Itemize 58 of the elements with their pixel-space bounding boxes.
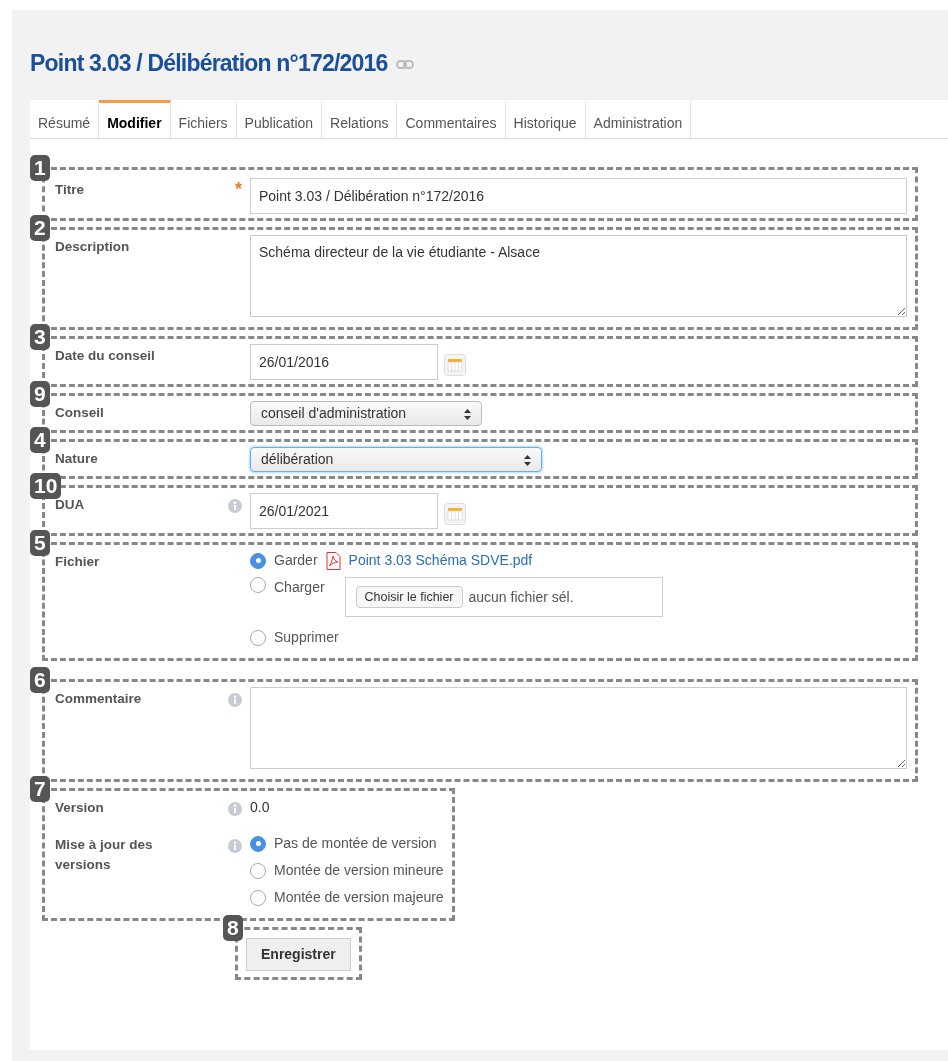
save-button[interactable]: Enregistrer	[246, 938, 351, 971]
updown-arrows-icon	[524, 454, 531, 466]
annotation-number: 9	[30, 381, 50, 407]
radio-label[interactable]: Garder	[274, 550, 318, 571]
text-input-field[interactable]: Point 3.03 / Délibération n°172/2016	[250, 178, 907, 214]
annotation-number: 6	[30, 667, 50, 693]
annotation-number: 8	[223, 915, 243, 941]
file-picker[interactable]: Choisir le fichier aucun fichier sél.	[344, 577, 663, 617]
radio-label[interactable]: Montée de version mineure	[274, 860, 444, 881]
annotation-number: 10	[30, 473, 62, 499]
date-field[interactable]: 26/01/2016	[250, 344, 438, 380]
radio-label[interactable]: Supprimer	[274, 627, 339, 648]
required-mark: *	[235, 179, 242, 199]
text-area-field[interactable]	[250, 687, 907, 769]
info-icon[interactable]	[228, 693, 242, 708]
annotation-number: 4	[30, 427, 50, 453]
field-label: Fichier	[55, 553, 100, 571]
field-label: Description	[55, 238, 130, 256]
calendar-icon[interactable]	[444, 503, 466, 525]
tab[interactable]: Modifier	[99, 100, 171, 138]
choose-file-button[interactable]: Choisir le fichier	[355, 585, 463, 609]
annotation-number: 1	[30, 155, 50, 181]
field-label: Conseil	[55, 404, 104, 422]
pdf-icon	[325, 551, 341, 570]
field-label: Titre	[55, 181, 84, 199]
annotation-number: 2	[30, 215, 50, 241]
field-label: Nature	[55, 450, 98, 468]
dropdown[interactable]: délibération	[250, 447, 542, 472]
radio-button[interactable]	[250, 862, 266, 879]
field-value: 0.0	[250, 799, 270, 815]
file-status-text: aucun fichier sél.	[468, 587, 574, 607]
annotation-number: 5	[30, 530, 50, 556]
radio-button[interactable]	[250, 835, 266, 852]
info-icon[interactable]	[228, 802, 242, 817]
field-label: Version	[55, 799, 104, 817]
page-title: Point 3.03 / Délibération n°172/2016	[30, 50, 388, 78]
field-label: DUA	[55, 496, 85, 514]
info-icon[interactable]	[228, 499, 242, 514]
link-icon[interactable]	[395, 59, 414, 69]
field-label: Mise à jour des versions	[55, 836, 154, 875]
radio-button[interactable]	[250, 889, 266, 906]
calendar-icon[interactable]	[444, 354, 466, 376]
field-label: Commentaire	[55, 690, 142, 708]
radio-label[interactable]: Montée de version majeure	[274, 887, 444, 908]
date-field[interactable]: 26/01/2021	[250, 493, 438, 529]
radio-button[interactable]	[250, 629, 266, 646]
text-area-field[interactable]: Schéma directeur de la vie étudiante - Alsace	[250, 235, 907, 317]
annotation-number: 3	[30, 324, 50, 350]
field-label: Date du conseil	[55, 347, 155, 365]
annotation-number: 7	[30, 776, 50, 802]
dropdown[interactable]: conseil d'administration	[250, 401, 482, 426]
radio-label[interactable]: Pas de montée de version	[274, 833, 437, 854]
updown-arrows-icon	[464, 408, 471, 420]
radio-label[interactable]: Charger	[274, 577, 325, 598]
radio-button[interactable]	[250, 577, 266, 593]
info-icon[interactable]	[228, 839, 242, 854]
radio-button[interactable]	[250, 552, 266, 569]
file-link[interactable]: Point 3.03 Schéma SDVE.pdf	[348, 550, 533, 571]
